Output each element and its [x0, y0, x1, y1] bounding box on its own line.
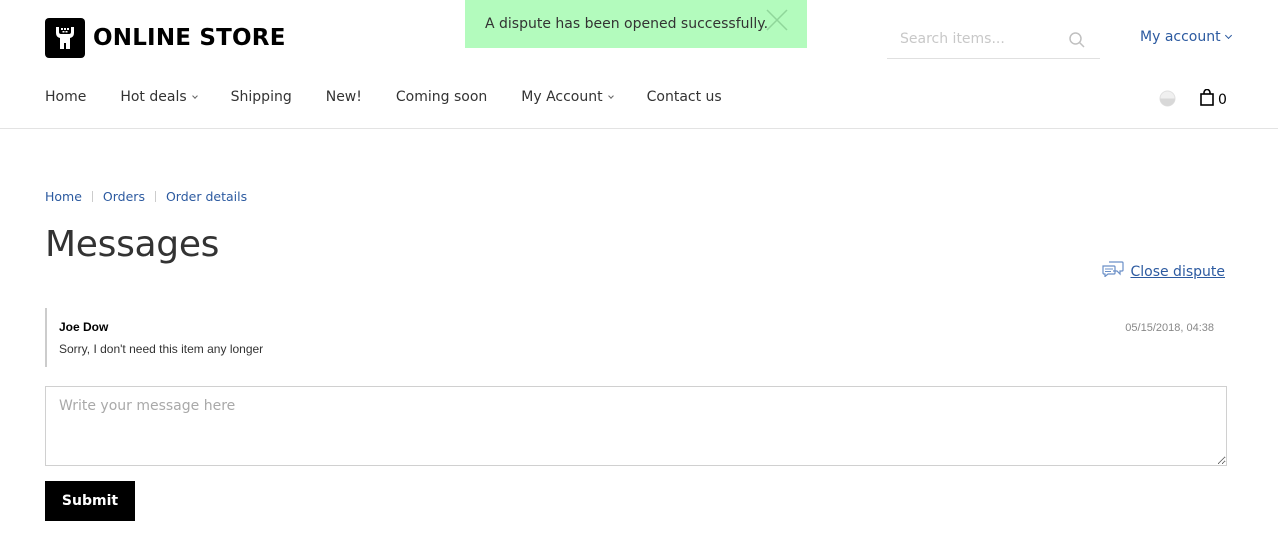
nav-item-coming-soon[interactable]: Coming soon	[396, 89, 487, 105]
nav-item-label: Coming soon	[395, 89, 488, 105]
message-item: Joe Dow Sorry, I don't need this item an…	[45, 308, 1225, 367]
chevron-down-icon	[1224, 31, 1232, 40]
store-logo[interactable]: ONLINE STORE	[45, 18, 286, 58]
theme-toggle-icon[interactable]	[1159, 90, 1176, 107]
nav-item-label: New!	[325, 89, 362, 105]
page-title: Messages	[45, 224, 220, 265]
store-logo-icon	[45, 18, 85, 58]
message-text: Sorry, I don't need this item any longer	[59, 342, 264, 356]
chevron-down-icon	[607, 92, 614, 99]
search-input[interactable]	[887, 20, 1067, 58]
close-dispute-label: Close dispute	[1130, 263, 1225, 280]
shopping-bag-icon	[1200, 88, 1214, 111]
nav-item-label: My Account	[521, 89, 603, 105]
message-date: 05/15/2018, 04:38	[1125, 322, 1214, 334]
message-input[interactable]	[45, 386, 1227, 466]
nav-item-label: Home	[45, 89, 87, 105]
close-icon[interactable]	[765, 8, 789, 32]
nav-item-shipping[interactable]: Shipping	[231, 89, 292, 105]
breadcrumb-orders[interactable]: Orders	[103, 189, 145, 204]
header-divider	[0, 128, 1278, 129]
nav-item-home[interactable]: Home	[45, 89, 86, 105]
store-name: ONLINE STORE	[93, 25, 286, 51]
nav-item-label: Contact us	[646, 89, 722, 105]
notification-text: A dispute has been opened successfully.	[485, 16, 769, 32]
message-author: Joe Dow	[59, 320, 109, 334]
breadcrumb-order-details[interactable]: Order details	[166, 189, 247, 204]
nav-item-label: Hot deals	[120, 89, 187, 105]
my-account-menu[interactable]: My account	[1140, 29, 1232, 45]
breadcrumb-separator	[91, 191, 93, 202]
nav-item-hot-deals[interactable]: Hot deals	[120, 89, 198, 105]
account-label: My account	[1140, 29, 1221, 45]
cart-button[interactable]: 0	[1200, 88, 1227, 111]
search-icon[interactable]	[1068, 31, 1086, 49]
nav-item-my-account[interactable]: My Account	[521, 89, 614, 105]
chevron-down-icon	[191, 92, 198, 99]
success-notification: A dispute has been opened successfully.	[465, 0, 807, 48]
nav-item-contact-us[interactable]: Contact us	[647, 89, 722, 105]
breadcrumb-separator	[154, 191, 156, 202]
close-dispute-link[interactable]: Close dispute	[1102, 261, 1225, 282]
breadcrumb: Home Orders Order details	[45, 189, 247, 204]
breadcrumb-home[interactable]: Home	[45, 189, 82, 204]
main-nav: Home Hot deals Shipping New! Coming soon…	[45, 89, 756, 105]
search-box	[887, 20, 1100, 59]
submit-button[interactable]: Submit	[45, 481, 135, 521]
nav-item-label: Shipping	[230, 89, 292, 105]
chat-bubbles-icon	[1102, 261, 1125, 282]
nav-item-new[interactable]: New!	[326, 89, 362, 105]
cart-count: 0	[1218, 92, 1227, 108]
